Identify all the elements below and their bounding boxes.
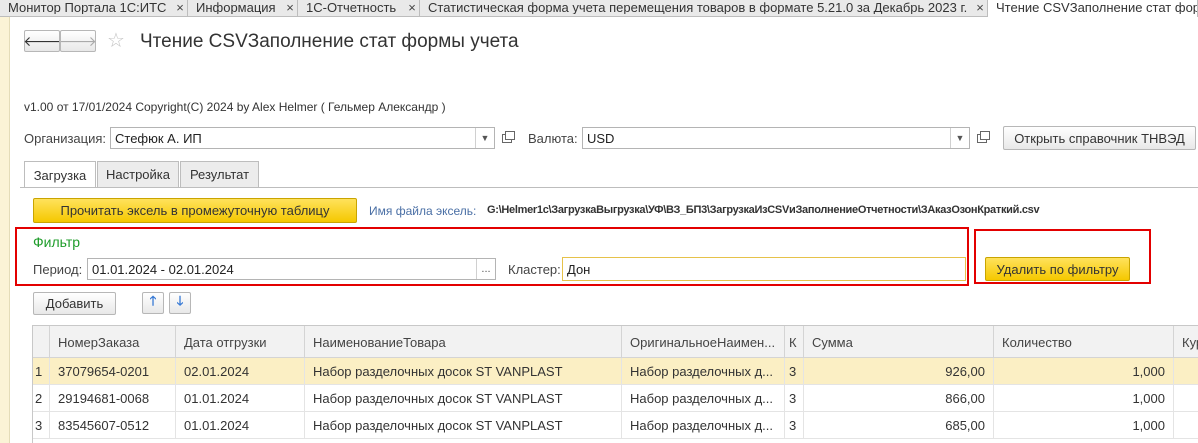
tab-label: Чтение CSVЗаполнение стат формы учета (996, 0, 1197, 14)
open-icon (502, 130, 515, 143)
close-icon[interactable]: × (973, 0, 987, 15)
left-panel-strip (0, 17, 10, 443)
file-path[interactable]: G:\Helmer1c\ЗагрузкаВыгрузка\УФ\ВЗ_БП3\З… (487, 204, 1040, 216)
file-name-label: Имя файла эксель: (369, 204, 477, 218)
k-cell[interactable]: 3 (785, 412, 804, 439)
close-icon[interactable]: × (283, 0, 297, 15)
tab-divider (20, 187, 1198, 188)
nav-buttons: 🡐 🡒 (23, 30, 97, 52)
period-field[interactable]: 01.01.2024 - 02.01.2024 ... (87, 258, 496, 280)
tab-csv-reader[interactable]: Чтение CSVЗаполнение стат формы учета (988, 0, 1198, 17)
col-product-name[interactable]: НаименованиеТовара (305, 326, 622, 358)
tab-result[interactable]: Результат (180, 161, 259, 187)
open-tnved-button[interactable]: Открыть справочник ТНВЭД (1003, 126, 1196, 150)
currency-value: USD (587, 130, 615, 146)
cluster-field[interactable]: Дон (562, 257, 966, 281)
close-icon[interactable]: × (173, 0, 187, 15)
sum-cell[interactable]: 866,00 (804, 385, 994, 412)
product-name-cell[interactable]: Набор разделочных досок ST VANPLAST (305, 412, 622, 439)
filter-header: Фильтр (33, 234, 81, 250)
col-index (33, 326, 50, 358)
move-up-button[interactable]: 🡑 (142, 292, 164, 314)
original-name-cell[interactable]: Набор разделочных д... (622, 385, 785, 412)
cluster-value: Дон (567, 261, 591, 277)
k-cell[interactable]: 3 (785, 358, 804, 385)
delete-by-filter-button[interactable]: Удалить по фильтру (985, 257, 1130, 281)
col-ship-date[interactable]: Дата отгрузки (176, 326, 305, 358)
table-row[interactable]: 2 29194681-0068 01.01.2024 Набор раздело… (33, 385, 1198, 412)
table-row[interactable]: 1 37079654-0201 02.01.2024 Набор раздело… (33, 358, 1198, 385)
col-k[interactable]: К (785, 326, 804, 358)
product-name-cell[interactable]: Набор разделочных досок ST VANPLAST (305, 385, 622, 412)
page-title: Чтение CSVЗаполнение стат формы учета (140, 31, 519, 52)
cluster-label: Кластер: (508, 262, 561, 277)
table-header: НомерЗаказа Дата отгрузки НаименованиеТо… (33, 326, 1198, 358)
arrow-left-icon: 🡐 (23, 32, 61, 49)
tab-reporting[interactable]: 1С-Отчетность × (298, 0, 420, 17)
ship-date-cell[interactable]: 01.01.2024 (176, 412, 305, 439)
tab-information[interactable]: Информация × (188, 0, 298, 17)
row-index: 2 (33, 385, 50, 412)
ship-date-cell[interactable]: 01.01.2024 (176, 385, 305, 412)
row-index: 3 (33, 412, 50, 439)
rate-cell[interactable] (1174, 385, 1198, 412)
more-icon[interactable]: ... (476, 259, 495, 279)
rate-cell[interactable] (1174, 412, 1198, 439)
original-name-cell[interactable]: Набор разделочных д... (622, 412, 785, 439)
window-tabs: Монитор Портала 1С:ИТС × Информация × 1С… (0, 0, 1198, 17)
open-org-button[interactable] (497, 127, 517, 149)
arrow-right-icon: 🡒 (59, 32, 97, 49)
forward-button[interactable]: 🡒 (59, 30, 97, 52)
tab-label: Статистическая форма учета перемещения т… (428, 0, 968, 14)
k-cell[interactable]: 3 (785, 385, 804, 412)
tab-label: Информация (196, 0, 276, 14)
col-order-number[interactable]: НомерЗаказа (50, 326, 176, 358)
open-icon (977, 130, 990, 143)
order-number-cell[interactable]: 83545607-0512 (50, 412, 176, 439)
org-value: Стефюк А. ИП (115, 130, 202, 146)
back-button[interactable]: 🡐 (23, 30, 61, 52)
move-down-button[interactable]: 🡓 (169, 292, 191, 314)
col-quantity[interactable]: Количество (994, 326, 1174, 358)
col-rate[interactable]: Кур (1174, 326, 1198, 358)
org-field[interactable]: Стефюк А. ИП ▼ (110, 127, 495, 149)
arrow-up-icon: 🡑 (149, 293, 157, 308)
tab-settings[interactable]: Настройка (97, 161, 179, 187)
original-name-cell[interactable]: Набор разделочных д... (622, 358, 785, 385)
chevron-down-icon[interactable]: ▼ (475, 128, 494, 148)
order-number-cell[interactable]: 37079654-0201 (50, 358, 176, 385)
version-info: v1.00 от 17/01/2024 Copyright(C) 2024 by… (24, 100, 446, 114)
order-number-cell[interactable]: 29194681-0068 (50, 385, 176, 412)
tab-loading[interactable]: Загрузка (24, 161, 96, 188)
close-icon[interactable]: × (405, 0, 419, 15)
rate-cell[interactable] (1174, 358, 1198, 385)
table-row[interactable]: 3 83545607-0512 01.01.2024 Набор раздело… (33, 412, 1198, 439)
quantity-cell[interactable]: 1,000 (994, 385, 1174, 412)
currency-field[interactable]: USD ▼ (582, 127, 970, 149)
tab-portal-monitor[interactable]: Монитор Портала 1С:ИТС × (0, 0, 188, 17)
tab-label: 1С-Отчетность (306, 0, 397, 14)
open-currency-button[interactable] (972, 127, 992, 149)
orders-table: НомерЗаказа Дата отгрузки НаименованиеТо… (32, 325, 1198, 443)
product-name-cell[interactable]: Набор разделочных досок ST VANPLAST (305, 358, 622, 385)
period-label: Период: (33, 262, 83, 277)
period-value: 01.01.2024 - 02.01.2024 (92, 261, 234, 277)
sum-cell[interactable]: 685,00 (804, 412, 994, 439)
col-sum[interactable]: Сумма (804, 326, 994, 358)
quantity-cell[interactable]: 1,000 (994, 358, 1174, 385)
star-icon[interactable]: ☆ (107, 31, 125, 51)
chevron-down-icon[interactable]: ▼ (950, 128, 969, 148)
tab-stat-form[interactable]: Статистическая форма учета перемещения т… (420, 0, 988, 17)
read-excel-button[interactable]: Прочитать эксель в промежуточную таблицу (33, 198, 357, 223)
sum-cell[interactable]: 926,00 (804, 358, 994, 385)
ship-date-cell[interactable]: 02.01.2024 (176, 358, 305, 385)
quantity-cell[interactable]: 1,000 (994, 412, 1174, 439)
col-original-name[interactable]: ОригинальноеНаимен... (622, 326, 785, 358)
arrow-down-icon: 🡓 (176, 293, 184, 308)
tab-label: Монитор Портала 1С:ИТС (8, 0, 167, 14)
add-button[interactable]: Добавить (33, 292, 116, 315)
org-label: Организация: (24, 131, 107, 146)
row-index: 1 (33, 358, 50, 385)
currency-label: Валюта: (528, 131, 578, 146)
